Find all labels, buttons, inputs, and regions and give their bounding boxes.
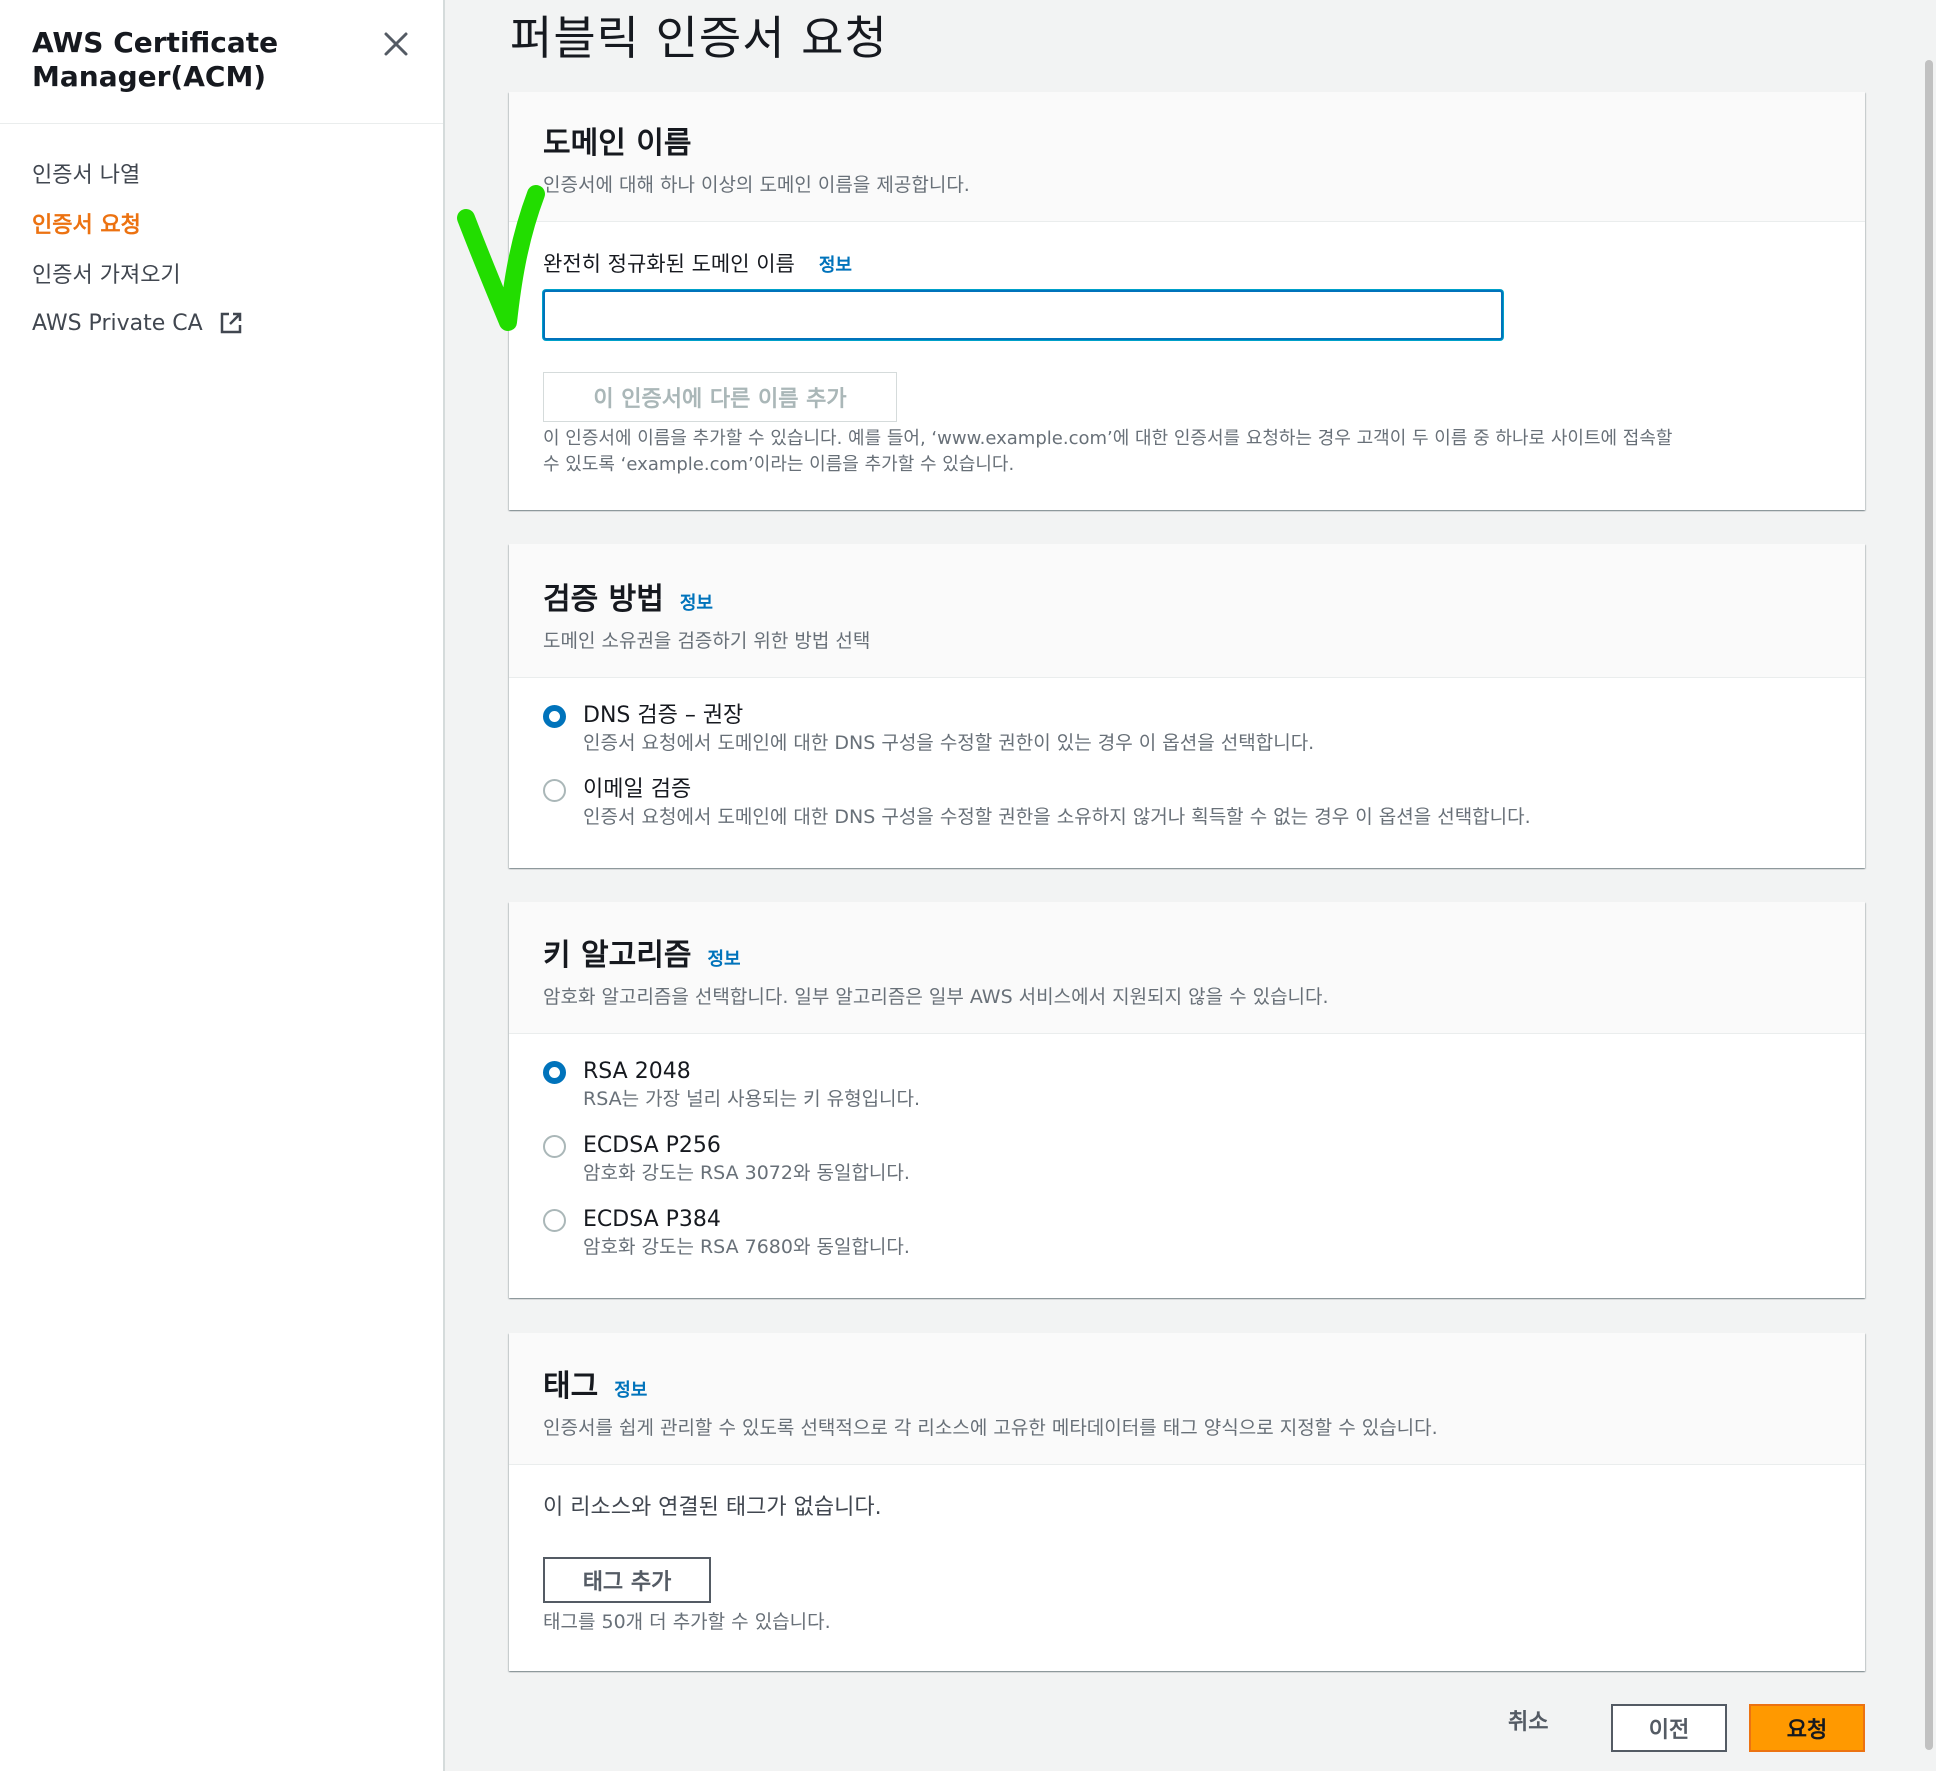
submit-request-button[interactable]: 요청 [1749,1704,1865,1752]
domain-name-panel: 도메인 이름 인증서에 대해 하나 이상의 도메인 이름을 제공합니다. 완전히… [509,92,1865,510]
help-line: 이 인증서에 이름을 추가할 수 있습니다. 예를 들어, ‘www.examp… [543,428,1673,449]
panel-title: 도메인 이름 [543,118,1831,162]
radio-description: 인증서 요청에서 도메인에 대한 DNS 구성을 수정할 권한을 소유하지 않거… [583,806,1531,828]
sidebar-header: AWS Certificate Manager(ACM) [0,0,443,124]
close-icon [384,32,408,56]
radio-option-dns[interactable]: DNS 검증 – 권장 인증서 요청에서 도메인에 대한 DNS 구성을 수정할… [543,702,1831,756]
panel-header: 도메인 이름 인증서에 대해 하나 이상의 도메인 이름을 제공합니다. [509,92,1865,222]
radio-option-email[interactable]: 이메일 검증 인증서 요청에서 도메인에 대한 DNS 구성을 수정할 권한을 … [543,776,1831,830]
domain-help-text: 이 인증서에 이름을 추가할 수 있습니다. 예를 들어, ‘www.examp… [543,426,1831,478]
close-sidebar-button[interactable] [378,26,414,62]
sidebar-item-request-certificate[interactable]: 인증서 요청 [0,198,443,248]
radio-description: RSA는 가장 널리 사용되는 키 유형입니다. [583,1088,921,1110]
radio-label: ECDSA P256 [583,1133,721,1158]
panel-description: 인증서를 쉽게 관리할 수 있도록 선택적으로 각 리소스에 고유한 메타데이터… [543,1417,1438,1439]
radio-description: 암호화 강도는 RSA 3072와 동일합니다. [583,1162,910,1184]
radio-label: DNS 검증 – 권장 [583,703,744,728]
validation-panel-title: 검증 방법 [543,582,664,617]
panel-body: RSA 2048 RSA는 가장 널리 사용되는 키 유형입니다. ECDSA … [509,1034,1865,1260]
panel-header: 태그 정보 인증서를 쉽게 관리할 수 있도록 선택적으로 각 리소스에 고유한… [509,1333,1865,1465]
domain-panel-title: 도메인 이름 [543,126,692,161]
sidebar-item-label: 인증서 요청 [32,213,141,238]
panel-body: 완전히 정규화된 도메인 이름 정보 이 인증서에 다른 이름 추가 이 인증서… [509,222,1865,478]
panel-description: 암호화 알고리즘을 선택합니다. 일부 알고리즘은 일부 AWS 서비스에서 지… [543,986,1329,1008]
panel-header: 검증 방법 정보 도메인 소유권을 검증하기 위한 방법 선택 [509,544,1865,678]
add-tag-button[interactable]: 태그 추가 [543,1557,711,1603]
sidebar-item-list-certificates[interactable]: 인증서 나열 [0,148,443,198]
radio-option-ecdsa-p256[interactable]: ECDSA P256 암호화 강도는 RSA 3072와 동일합니다. [543,1132,1831,1186]
validation-method-panel: 검증 방법 정보 도메인 소유권을 검증하기 위한 방법 선택 DNS 검증 –… [509,544,1865,868]
domain-name-input[interactable] [543,290,1503,340]
radio-button[interactable] [543,1061,566,1084]
sidebar-nav: 인증서 나열 인증서 요청 인증서 가져오기 AWS Private CA [0,124,443,348]
domain-field-label: 완전히 정규화된 도메인 이름 정보 [543,248,1831,278]
key-algorithm-panel-title: 키 알고리즘 [543,938,692,973]
radio-description: 암호화 강도는 RSA 7680와 동일합니다. [583,1236,910,1258]
info-link[interactable]: 정보 [614,1376,647,1402]
sidebar-item-label: AWS Private CA [32,310,203,336]
add-another-name-button[interactable]: 이 인증서에 다른 이름 추가 [543,372,897,422]
info-link[interactable]: 정보 [680,589,713,615]
panel-title: 태그 정보 [543,1359,1831,1405]
sidebar: AWS Certificate Manager(ACM) 인증서 나열 인증서 … [0,0,445,1771]
sidebar-item-label: 인증서 나열 [32,163,141,188]
cancel-button[interactable]: 취소 [1508,1704,1548,1736]
radio-label: RSA 2048 [583,1059,691,1084]
radio-button[interactable] [543,1135,566,1158]
cancel-label: 취소 [1508,1710,1549,1735]
field-label-text: 완전히 정규화된 도메인 이름 [543,252,795,276]
key-algorithm-panel: 키 알고리즘 정보 암호화 알고리즘을 선택합니다. 일부 알고리즘은 일부 A… [509,902,1865,1298]
panel-description: 인증서에 대해 하나 이상의 도메인 이름을 제공합니다. [543,174,970,196]
tags-panel: 태그 정보 인증서를 쉽게 관리할 수 있도록 선택적으로 각 리소스에 고유한… [509,1333,1865,1671]
panel-body: 이 리소스와 연결된 태그가 없습니다. 태그 추가 태그를 50개 더 추가할… [509,1465,1865,1635]
panel-title: 검증 방법 정보 [543,570,1831,618]
info-link[interactable]: 정보 [819,251,852,277]
page-title: 퍼블릭 인증서 요청 [510,11,888,65]
sidebar-item-label: 인증서 가져오기 [32,263,181,288]
radio-button[interactable] [543,705,566,728]
scrollbar-thumb[interactable] [1925,60,1933,1750]
no-tags-message: 이 리소스와 연결된 태그가 없습니다. [543,1495,882,1520]
tags-help-text: 태그를 50개 더 추가할 수 있습니다. [543,1611,831,1633]
external-link-icon [219,311,243,335]
radio-label: ECDSA P384 [583,1207,721,1232]
radio-description: 인증서 요청에서 도메인에 대한 DNS 구성을 수정할 권한이 있는 경우 이… [583,732,1315,754]
panel-title: 키 알고리즘 정보 [543,928,1831,974]
radio-label: 이메일 검증 [583,777,692,802]
radio-option-rsa-2048[interactable]: RSA 2048 RSA는 가장 널리 사용되는 키 유형입니다. [543,1058,1831,1112]
radio-button[interactable] [543,1209,566,1232]
scrollbar[interactable] [1922,0,1936,1771]
sidebar-title: AWS Certificate Manager(ACM) [32,26,279,93]
previous-button[interactable]: 이전 [1611,1704,1727,1752]
sidebar-item-import-certificate[interactable]: 인증서 가져오기 [0,248,443,298]
panel-body: DNS 검증 – 권장 인증서 요청에서 도메인에 대한 DNS 구성을 수정할… [509,678,1865,830]
sidebar-item-private-ca[interactable]: AWS Private CA [0,298,443,348]
panel-description: 도메인 소유권을 검증하기 위한 방법 선택 [543,630,871,652]
help-line: 수 있도록 ‘example.com’이라는 이름을 추가할 수 있습니다. [543,454,1015,475]
radio-option-ecdsa-p384[interactable]: ECDSA P384 암호화 강도는 RSA 7680와 동일합니다. [543,1206,1831,1260]
info-link[interactable]: 정보 [707,945,740,971]
tags-panel-title: 태그 [543,1369,599,1404]
panel-header: 키 알고리즘 정보 암호화 알고리즘을 선택합니다. 일부 알고리즘은 일부 A… [509,902,1865,1034]
radio-button[interactable] [543,779,566,802]
